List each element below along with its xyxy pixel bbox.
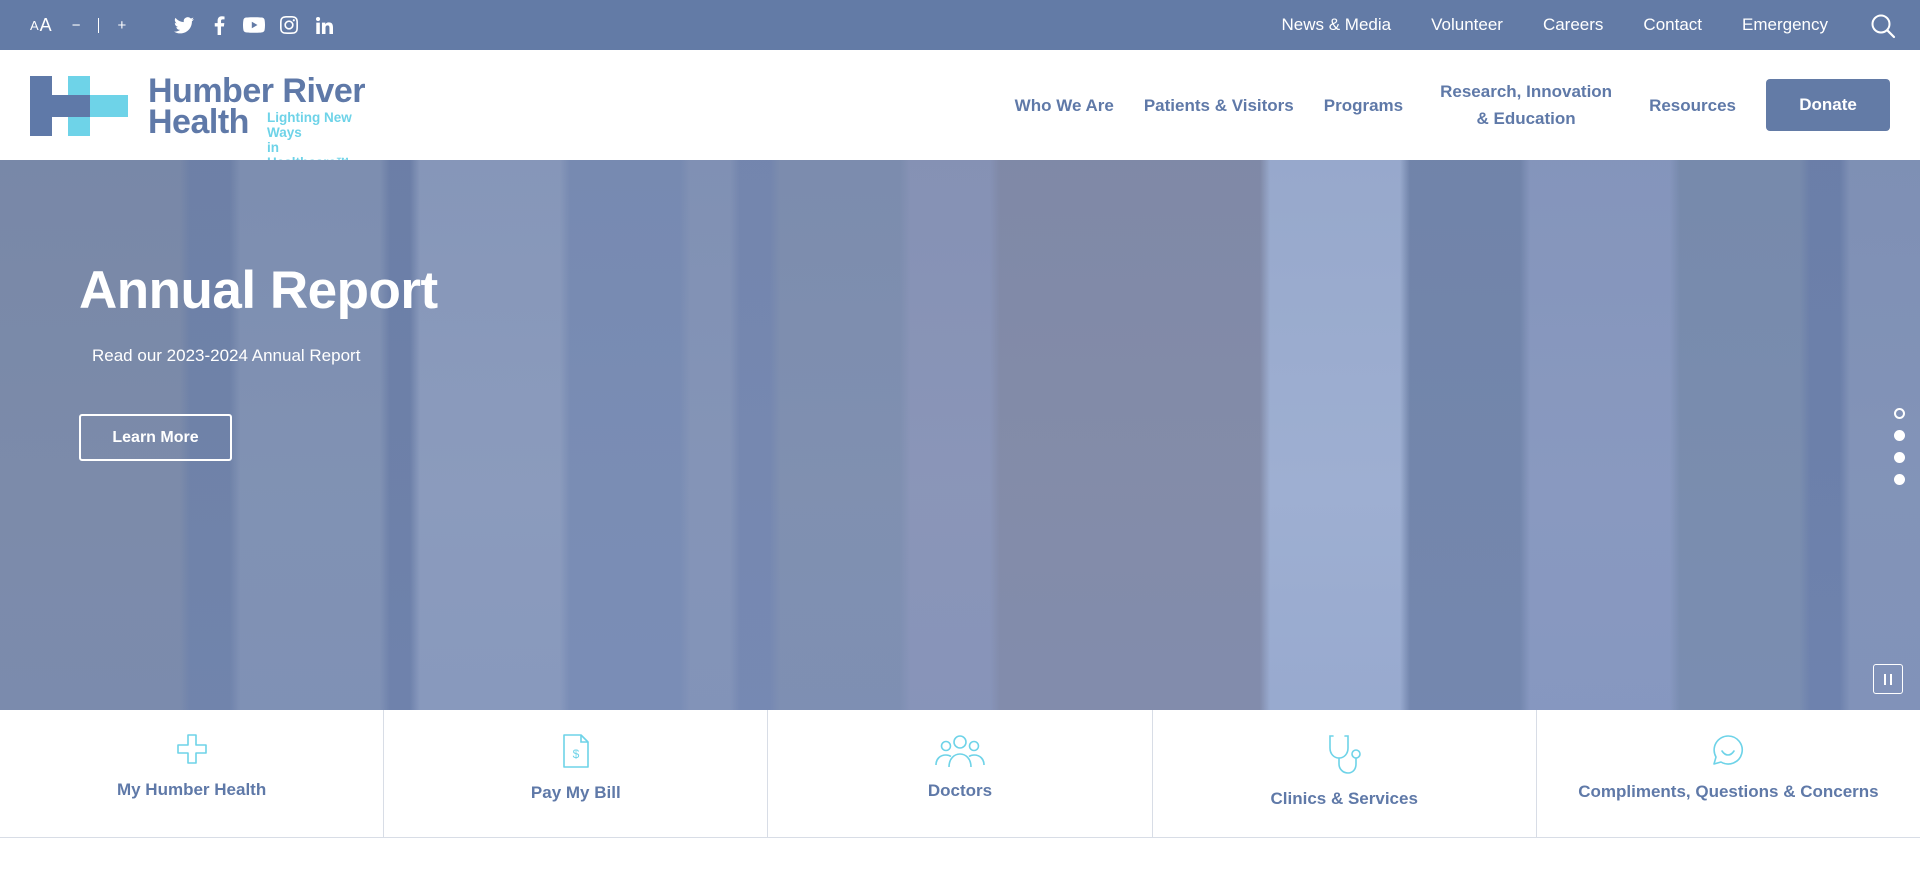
carousel-pagination: [1894, 408, 1905, 496]
volunteer-link[interactable]: Volunteer: [1431, 15, 1503, 35]
increase-font-button[interactable]: +: [117, 17, 126, 34]
nav-research-line2: & Education: [1476, 109, 1576, 128]
svg-text:$: $: [572, 747, 579, 761]
emergency-link[interactable]: Emergency: [1742, 15, 1828, 35]
utility-nav: News & Media Volunteer Careers Contact E…: [1242, 0, 1829, 50]
hero-title: Annual Report: [79, 261, 438, 320]
font-size-controls: A A − +: [30, 12, 126, 38]
twitter-icon[interactable]: [172, 13, 196, 37]
carousel-dot-3[interactable]: [1894, 452, 1905, 463]
nav-research-line1: Research, Innovation: [1440, 82, 1613, 101]
quick-link-label: Doctors: [927, 781, 993, 800]
nav-who-we-are[interactable]: Who We Are: [1015, 92, 1114, 119]
font-size-divider: [98, 17, 100, 33]
stethoscope-icon: [1327, 733, 1362, 780]
search-icon[interactable]: [1870, 13, 1896, 39]
site-header: Humber River Health Lighting New Ways in…: [0, 50, 1920, 170]
youtube-icon[interactable]: [242, 13, 266, 37]
quick-link-label: Compliments, Questions & Concerns: [1578, 782, 1879, 801]
main-nav: Who We Are Patients & Visitors Programs …: [1015, 50, 1920, 160]
quick-link-my-humber-health[interactable]: My Humber Health: [0, 710, 385, 837]
nav-programs[interactable]: Programs: [1324, 92, 1403, 119]
logo-mark-icon: [30, 76, 128, 136]
font-size-small-glyph: A: [30, 17, 39, 33]
font-size-large-glyph: A: [39, 14, 52, 35]
chat-smile-icon: [1712, 734, 1744, 771]
quick-link-label: Pay My Bill: [530, 783, 621, 802]
linkedin-icon[interactable]: [312, 13, 336, 37]
quick-link-pay-my-bill[interactable]: $ Pay My Bill: [384, 710, 769, 837]
carousel-dot-4[interactable]: [1894, 474, 1905, 485]
social-links: [172, 13, 347, 37]
instagram-icon[interactable]: [277, 13, 301, 37]
carousel-dot-2[interactable]: [1894, 430, 1905, 441]
pause-bar-right: [1890, 673, 1892, 685]
facebook-icon[interactable]: [207, 13, 231, 37]
logo-tagline-line1: Lighting New Ways: [267, 110, 352, 140]
contact-link[interactable]: Contact: [1643, 15, 1702, 35]
quick-link-label: My Humber Health: [116, 780, 267, 799]
donate-button[interactable]: Donate: [1766, 79, 1890, 131]
people-icon: [934, 734, 986, 773]
quick-link-clinics-services[interactable]: Clinics & Services: [1153, 710, 1537, 837]
hero-carousel: Annual Report Read our 2023-2024 Annual …: [0, 160, 1920, 710]
careers-link[interactable]: Careers: [1543, 15, 1603, 35]
quick-links: My Humber Health $ Pay My Bill Doctors C…: [0, 710, 1920, 838]
decrease-font-button[interactable]: −: [72, 17, 81, 34]
learn-more-button[interactable]: Learn More: [79, 414, 232, 461]
nav-resources[interactable]: Resources: [1649, 92, 1736, 119]
quick-link-label: Clinics & Services: [1270, 789, 1418, 808]
bill-icon: $: [562, 733, 590, 774]
quick-link-compliments-questions-concerns[interactable]: Compliments, Questions & Concerns: [1537, 710, 1920, 837]
news-media-link[interactable]: News & Media: [1282, 15, 1392, 35]
nav-patients-visitors[interactable]: Patients & Visitors: [1144, 92, 1294, 119]
hero-background-image: [0, 160, 1920, 710]
nav-research-innovation-education[interactable]: Research, Innovation & Education: [1440, 78, 1612, 132]
top-utility-bar: A A − + News & Media Volunteer Careers C…: [0, 0, 1920, 50]
quick-link-doctors[interactable]: Doctors: [768, 710, 1153, 837]
pause-icon[interactable]: [1873, 664, 1903, 694]
hero-subtitle: Read our 2023-2024 Annual Report: [92, 346, 361, 365]
plus-icon: [176, 734, 207, 769]
carousel-dot-1[interactable]: [1894, 408, 1905, 419]
humber-river-health-logo[interactable]: Humber River Health Lighting New Ways in…: [30, 74, 365, 170]
pause-bar-left: [1884, 673, 1886, 685]
